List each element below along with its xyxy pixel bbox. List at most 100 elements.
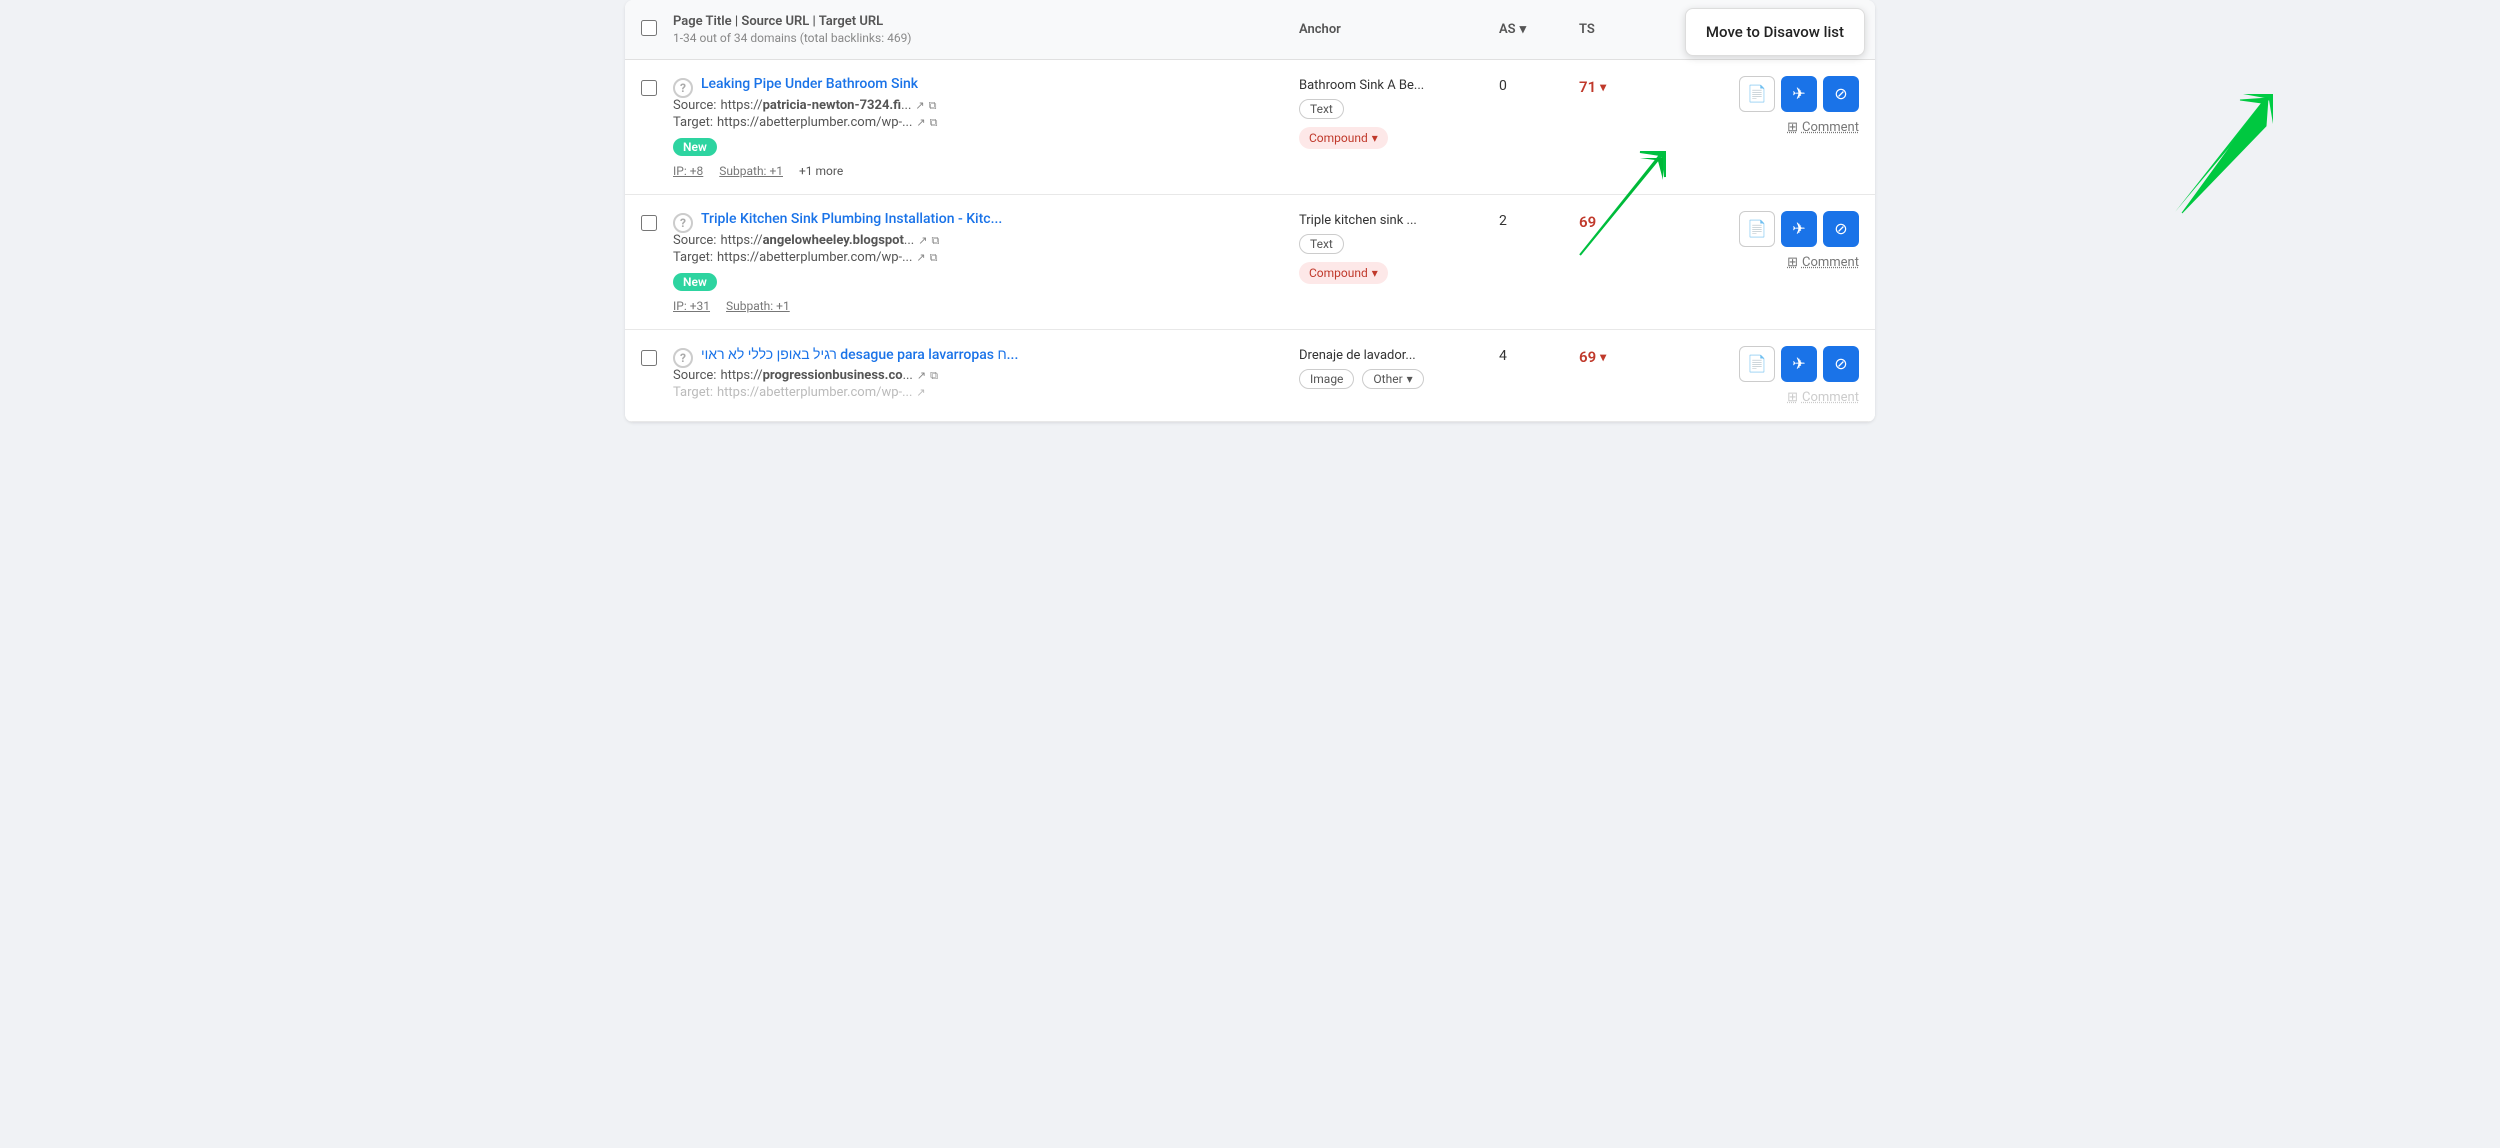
row-1-type-text-badge: Text: [1299, 99, 1344, 119]
row-2-block-button[interactable]: ⊘: [1823, 211, 1859, 247]
header-title-group: Page Title | Source URL | Target URL 1-3…: [673, 14, 1299, 45]
table-header: Page Title | Source URL | Target URL 1-3…: [625, 0, 1875, 60]
row-2-compound-badge[interactable]: Compound ▾: [1299, 262, 1388, 284]
row-3-actions: 📄 ✈ ⊘ ⊞ Comment: [1659, 346, 1859, 405]
row-1-as-col: 0: [1499, 76, 1579, 94]
help-icon: ?: [673, 348, 693, 368]
row-1-checkbox[interactable]: [641, 76, 673, 100]
comment-icon: ⊞: [1787, 255, 1798, 270]
disavow-tooltip[interactable]: Move to Disavow list: [1685, 8, 1865, 56]
row-2-page-button[interactable]: 📄: [1739, 211, 1775, 247]
row-3-page-button[interactable]: 📄: [1739, 346, 1775, 382]
row-3-anchor-col: Drenaje de lavador... Image Other ▾: [1299, 346, 1499, 393]
row-2-anchor-text: Triple kitchen sink ...: [1299, 213, 1499, 228]
ts-chevron-icon: ▾: [1600, 80, 1606, 94]
target-copy-icon[interactable]: ⧉: [930, 116, 938, 130]
row-3-check-input[interactable]: [641, 350, 657, 366]
row-1-page-button[interactable]: 📄: [1739, 76, 1775, 112]
row-1-subpath[interactable]: Subpath: +1: [719, 164, 783, 178]
row-2-source-line: Source: https://angelowheeley.blogspot..…: [673, 233, 1299, 248]
target-url: https://abetterplumber.com/wp-...: [717, 115, 912, 130]
source-external-link-icon[interactable]: ↗: [918, 234, 927, 247]
row-2-info: ? Triple Kitchen Sink Plumbing Installat…: [673, 211, 1299, 313]
row-2-actions: 📄 ✈ ⊘ ⊞ Comment: [1659, 211, 1859, 270]
row-1-actions: 📄 ✈ ⊘ ⊞ Comment: [1659, 76, 1859, 135]
row-1-info: ? Leaking Pipe Under Bathroom Sink Sourc…: [673, 76, 1299, 178]
source-label: Source:: [673, 368, 716, 383]
source-url: https://patricia-newton-7324.fi...: [720, 98, 911, 113]
other-chevron-icon: ▾: [1407, 372, 1413, 386]
row-2-type-text-badge: Text: [1299, 234, 1344, 254]
row-2-target-line: Target: https://abetterplumber.com/wp-..…: [673, 250, 1299, 265]
row-2-checkbox[interactable]: [641, 211, 673, 235]
row-2-ts-value: 69: [1579, 213, 1659, 231]
target-external-link-icon[interactable]: ↗: [916, 386, 925, 399]
badge-new: New: [673, 273, 717, 291]
row-1-send-button[interactable]: ✈: [1781, 76, 1817, 112]
target-copy-icon[interactable]: ⧉: [930, 251, 938, 265]
row-1-ts-col: 71 ▾: [1579, 76, 1659, 96]
source-external-link-icon[interactable]: ↗: [915, 99, 924, 112]
row-2-as-col: 2: [1499, 211, 1579, 229]
row-3-target-line: Target: https://abetterplumber.com/wp-..…: [673, 385, 1299, 400]
row-3-checkbox[interactable]: [641, 346, 673, 370]
ts-chevron-icon: ▾: [1600, 350, 1606, 364]
target-label: Target:: [673, 385, 713, 400]
row-1-anchor-text: Bathroom Sink A Be...: [1299, 78, 1499, 93]
as-sort-icon[interactable]: ▾: [1520, 22, 1527, 37]
row-3-ts-value: 69 ▾: [1579, 348, 1659, 366]
header-ts-col: TS: [1579, 22, 1659, 37]
row-1-meta: IP: +8 Subpath: +1 +1 more: [673, 164, 1299, 178]
row-1-compound-badge[interactable]: Compound ▾: [1299, 127, 1388, 149]
row-1-ip[interactable]: IP: +8: [673, 164, 703, 178]
row-1-source-line: Source: https://patricia-newton-7324.fi.…: [673, 98, 1299, 113]
row-1-title[interactable]: Leaking Pipe Under Bathroom Sink: [701, 76, 918, 92]
source-url: https://progressionbusiness.co...: [720, 368, 912, 383]
target-label: Target:: [673, 115, 713, 130]
source-copy-icon[interactable]: ⧉: [930, 369, 938, 383]
row-1-more[interactable]: +1 more: [799, 164, 843, 178]
row-3-info: ? רגיל באופן כללי לא ראוי desague para l…: [673, 346, 1299, 402]
help-icon: ?: [673, 213, 693, 233]
row-1-target-line: Target: https://abetterplumber.com/wp-..…: [673, 115, 1299, 130]
target-external-link-icon[interactable]: ↗: [916, 116, 925, 129]
help-icon: ?: [673, 78, 693, 98]
row-3-as-col: 4: [1499, 346, 1579, 364]
row-3-other-badge[interactable]: Other ▾: [1362, 369, 1423, 389]
row-3-anchor-text: Drenaje de lavador...: [1299, 348, 1499, 363]
row-2-comment-link[interactable]: ⊞ Comment: [1787, 255, 1859, 270]
row-2-check-input[interactable]: [641, 215, 657, 231]
row-3-block-button[interactable]: ⊘: [1823, 346, 1859, 382]
source-label: Source:: [673, 233, 716, 248]
comment-icon-disabled: ⊞: [1787, 390, 1798, 405]
row-3-image-badge: Image: [1299, 369, 1354, 389]
source-copy-icon[interactable]: ⧉: [931, 234, 939, 248]
target-external-link-icon[interactable]: ↗: [916, 251, 925, 264]
row-1-comment-link[interactable]: ⊞ Comment: [1787, 120, 1859, 135]
select-all-checkbox[interactable]: [641, 20, 673, 40]
row-2-anchor-col: Triple kitchen sink ... Text Compound ▾: [1299, 211, 1499, 284]
row-2-title[interactable]: Triple Kitchen Sink Plumbing Installatio…: [701, 211, 1002, 227]
table-row: ? Leaking Pipe Under Bathroom Sink Sourc…: [625, 60, 1875, 195]
row-1-check-input[interactable]: [641, 80, 657, 96]
table-row: ? רגיל באופן כללי לא ראוי desague para l…: [625, 330, 1875, 422]
source-copy-icon[interactable]: ⧉: [929, 99, 937, 113]
compound-chevron-icon: ▾: [1372, 266, 1378, 280]
select-all-input[interactable]: [641, 20, 657, 36]
compound-chevron-icon: ▾: [1372, 131, 1378, 145]
row-1-block-button[interactable]: ⊘: [1823, 76, 1859, 112]
header-title: Page Title | Source URL | Target URL: [673, 14, 1299, 29]
target-label: Target:: [673, 250, 713, 265]
row-2-action-buttons: 📄 ✈ ⊘: [1739, 211, 1859, 247]
row-2-send-button[interactable]: ✈: [1781, 211, 1817, 247]
row-2-ip[interactable]: IP: +31: [673, 299, 710, 313]
header-as-col: AS ▾: [1499, 22, 1579, 37]
row-3-send-button[interactable]: ✈: [1781, 346, 1817, 382]
header-anchor-col: Anchor: [1299, 22, 1499, 37]
row-2-subpath[interactable]: Subpath: +1: [726, 299, 790, 313]
source-label: Source:: [673, 98, 716, 113]
row-1-action-buttons: 📄 ✈ ⊘: [1739, 76, 1859, 112]
source-external-link-icon[interactable]: ↗: [917, 369, 926, 382]
comment-icon: ⊞: [1787, 120, 1798, 135]
row-3-title[interactable]: רגיל באופן כללי לא ראוי desague para lav…: [701, 346, 1018, 363]
